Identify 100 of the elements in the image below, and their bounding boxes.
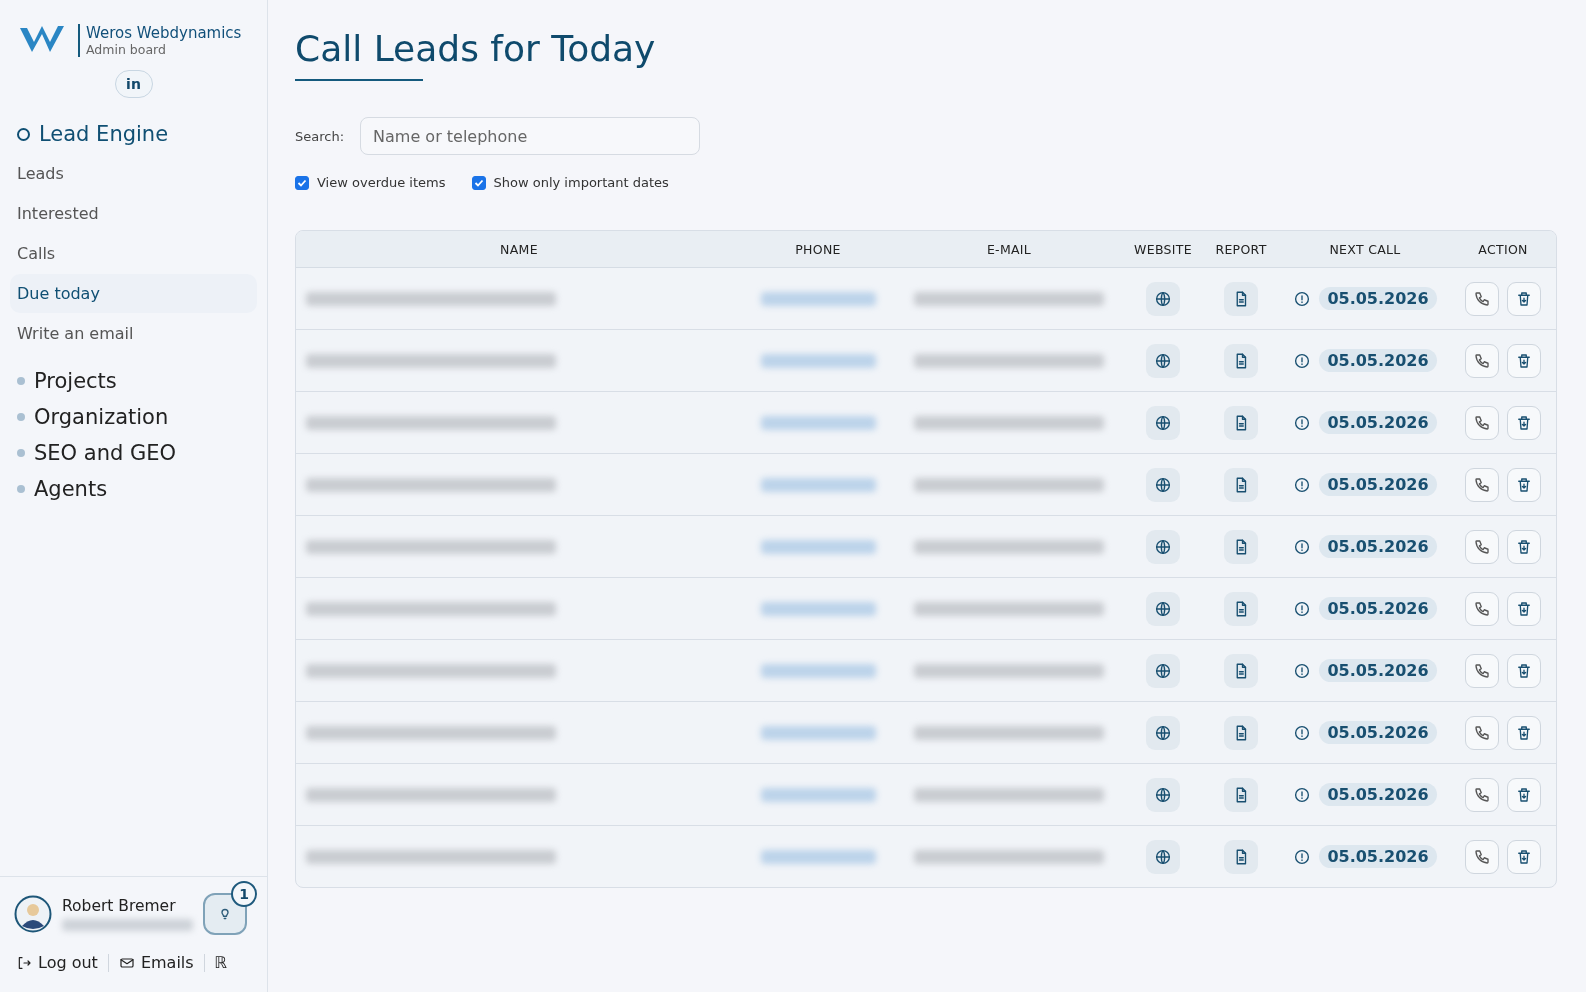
nav-section[interactable]: SEO and GEO <box>10 435 257 471</box>
nav-item[interactable]: Write an email <box>10 314 257 353</box>
call-button[interactable] <box>1465 777 1499 812</box>
trash-icon <box>1515 661 1533 680</box>
checkbox[interactable] <box>471 175 486 190</box>
report-button[interactable] <box>1224 529 1258 564</box>
footer-logo-link[interactable]: ℝ <box>204 953 238 972</box>
phone-icon <box>1473 475 1491 494</box>
delete-button[interactable] <box>1507 281 1541 316</box>
trash-icon <box>1515 847 1533 866</box>
globe-icon <box>1154 351 1172 370</box>
website-button[interactable] <box>1146 591 1180 626</box>
website-button[interactable] <box>1146 715 1180 750</box>
alert-icon <box>1293 289 1312 308</box>
checkbox[interactable] <box>295 175 309 190</box>
next-call-date: 05.05.2026 <box>1319 535 1437 558</box>
website-button[interactable] <box>1146 839 1180 874</box>
globe-icon <box>1154 785 1172 804</box>
linkedin-link[interactable]: in <box>114 70 153 98</box>
trash-icon <box>1515 475 1533 494</box>
nav-item[interactable]: Due today <box>10 274 257 313</box>
report-button[interactable] <box>1224 715 1258 750</box>
delete-button[interactable] <box>1507 405 1541 440</box>
user-name: Robert Bremer <box>62 897 177 915</box>
report-button[interactable] <box>1224 777 1258 812</box>
alert-icon <box>1293 537 1312 556</box>
report-button[interactable] <box>1224 653 1258 688</box>
alert-icon <box>1293 847 1312 866</box>
search-label: Search: <box>295 128 345 144</box>
column-header: WEBSITE <box>1133 241 1193 257</box>
call-button[interactable] <box>1465 281 1499 316</box>
globe-icon <box>1154 289 1172 308</box>
report-button[interactable] <box>1224 405 1258 440</box>
nav-section[interactable]: Projects <box>10 363 257 399</box>
delete-button[interactable] <box>1507 839 1541 874</box>
alert-icon <box>1293 475 1312 494</box>
delete-button[interactable] <box>1507 715 1541 750</box>
footer-link[interactable]: Emails <box>108 953 204 972</box>
globe-icon <box>1154 537 1172 556</box>
next-call-date: 05.05.2026 <box>1319 287 1437 310</box>
phone-icon <box>1473 289 1491 308</box>
brand-subtitle: Admin board <box>86 41 167 57</box>
avatar <box>14 895 52 933</box>
next-call-date: 05.05.2026 <box>1319 411 1437 434</box>
delete-button[interactable] <box>1507 529 1541 564</box>
call-button[interactable] <box>1465 467 1499 502</box>
report-button[interactable] <box>1224 281 1258 316</box>
report-button[interactable] <box>1224 839 1258 874</box>
next-call-date: 05.05.2026 <box>1319 721 1437 744</box>
website-button[interactable] <box>1146 343 1180 378</box>
phone-icon <box>1473 847 1491 866</box>
alert-icon <box>1293 413 1312 432</box>
call-button[interactable] <box>1465 715 1499 750</box>
logout-icon <box>16 954 32 971</box>
phone-icon <box>1473 785 1491 804</box>
website-button[interactable] <box>1146 777 1180 812</box>
phone-icon <box>1473 351 1491 370</box>
check-icon <box>297 177 307 188</box>
trash-icon <box>1515 289 1533 308</box>
report-button[interactable] <box>1224 591 1258 626</box>
phone-icon <box>1473 537 1491 556</box>
notification-badge: 1 <box>231 881 257 907</box>
delete-button[interactable] <box>1507 653 1541 688</box>
call-button[interactable] <box>1465 529 1499 564</box>
call-button[interactable] <box>1465 591 1499 626</box>
call-button[interactable] <box>1465 405 1499 440</box>
phone-icon <box>1473 723 1491 742</box>
delete-button[interactable] <box>1507 343 1541 378</box>
nav-item[interactable]: Interested <box>10 194 257 233</box>
next-call-date: 05.05.2026 <box>1319 783 1437 806</box>
alert-icon <box>1293 599 1312 618</box>
nav-item[interactable]: Leads <box>10 154 257 193</box>
website-button[interactable] <box>1146 467 1180 502</box>
website-button[interactable] <box>1146 281 1180 316</box>
trash-icon <box>1515 723 1533 742</box>
call-button[interactable] <box>1465 653 1499 688</box>
brand-name: Weros Webdynamics <box>86 23 242 42</box>
next-call-date: 05.05.2026 <box>1319 659 1437 682</box>
nav-section[interactable]: Lead Engine <box>10 116 257 152</box>
delete-button[interactable] <box>1507 591 1541 626</box>
report-button[interactable] <box>1224 343 1258 378</box>
column-header: PHONE <box>794 241 842 257</box>
alert-icon <box>1293 723 1312 742</box>
website-button[interactable] <box>1146 529 1180 564</box>
column-header: E-MAIL <box>985 241 1033 257</box>
search-field[interactable]: Name or telephone <box>360 117 701 155</box>
call-button[interactable] <box>1465 839 1499 874</box>
website-button[interactable] <box>1146 653 1180 688</box>
nav-section[interactable]: Organization <box>10 399 257 435</box>
call-button[interactable] <box>1465 343 1499 378</box>
nav-section[interactable]: Agents <box>10 471 257 507</box>
nav-item[interactable]: Calls <box>10 234 257 273</box>
next-call-date: 05.05.2026 <box>1319 349 1437 372</box>
footer-link[interactable]: Log out <box>14 953 108 972</box>
delete-button[interactable] <box>1507 777 1541 812</box>
report-button[interactable] <box>1224 467 1258 502</box>
checkbox-label: Show only important dates <box>493 175 669 190</box>
trash-icon <box>1515 537 1533 556</box>
website-button[interactable] <box>1146 405 1180 440</box>
delete-button[interactable] <box>1507 467 1541 502</box>
